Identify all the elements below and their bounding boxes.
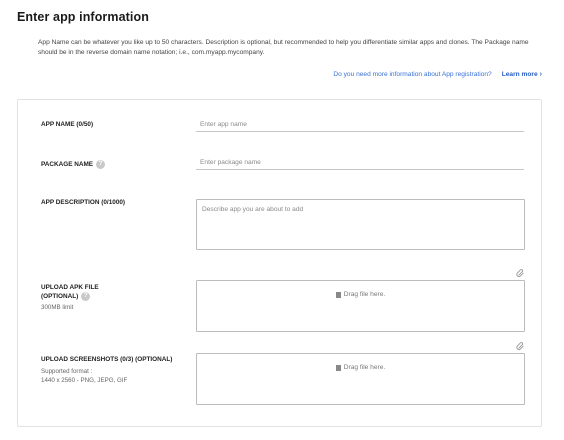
- upload-apk-label: UPLOAD APK FILE (OPTIONAL)?: [41, 284, 99, 301]
- intro-text: App Name can be whatever you like up to …: [38, 39, 529, 56]
- package-name-label-text: PACKAGE NAME: [41, 161, 94, 169]
- chevron-right-icon: ›: [539, 71, 542, 78]
- upload-apk-optional-text: (OPTIONAL): [41, 293, 79, 301]
- app-name-label: APP NAME (0/50): [41, 121, 94, 128]
- screenshots-format-value: 1440 x 2560 - PNG, JEPG, GIF: [41, 377, 128, 384]
- package-name-label: PACKAGE NAME?: [41, 160, 106, 169]
- screenshots-format-label: Supported format :: [41, 368, 93, 375]
- question-icon[interactable]: ?: [96, 160, 106, 169]
- help-row: Do you need more information about App r…: [333, 71, 542, 78]
- apk-size-limit: 300MB limit: [41, 304, 74, 311]
- package-name-input[interactable]: [196, 156, 524, 170]
- paperclip-icon[interactable]: [516, 269, 525, 278]
- paperclip-icon[interactable]: [516, 342, 525, 351]
- learn-more-link[interactable]: Learn more ›: [502, 71, 542, 78]
- upload-apk-label-line2: (OPTIONAL)?: [41, 292, 99, 301]
- question-icon[interactable]: ?: [81, 292, 91, 301]
- registration-info-link[interactable]: Do you need more information about App r…: [333, 71, 491, 78]
- app-description-input[interactable]: [196, 199, 525, 250]
- page-title: Enter app information: [17, 10, 149, 24]
- file-icon: [335, 365, 341, 371]
- app-info-form: APP NAME (0/50) PACKAGE NAME? APP DESCRI…: [17, 99, 542, 427]
- upload-screenshots-label: UPLOAD SCREENSHOTS (0/3) (OPTIONAL): [41, 356, 173, 363]
- apk-drop-text: Drag file here.: [343, 291, 386, 298]
- app-name-input[interactable]: [196, 118, 524, 132]
- learn-more-label: Learn more: [501, 71, 538, 78]
- upload-apk-label-line1: UPLOAD APK FILE: [41, 284, 99, 291]
- file-icon: [335, 292, 341, 298]
- screenshots-dropzone[interactable]: Drag file here.: [196, 353, 525, 405]
- apk-dropzone[interactable]: Drag file here.: [196, 280, 525, 332]
- app-description-label: APP DESCRIPTION (0/1000): [41, 199, 126, 206]
- screenshots-drop-text: Drag file here.: [343, 364, 386, 371]
